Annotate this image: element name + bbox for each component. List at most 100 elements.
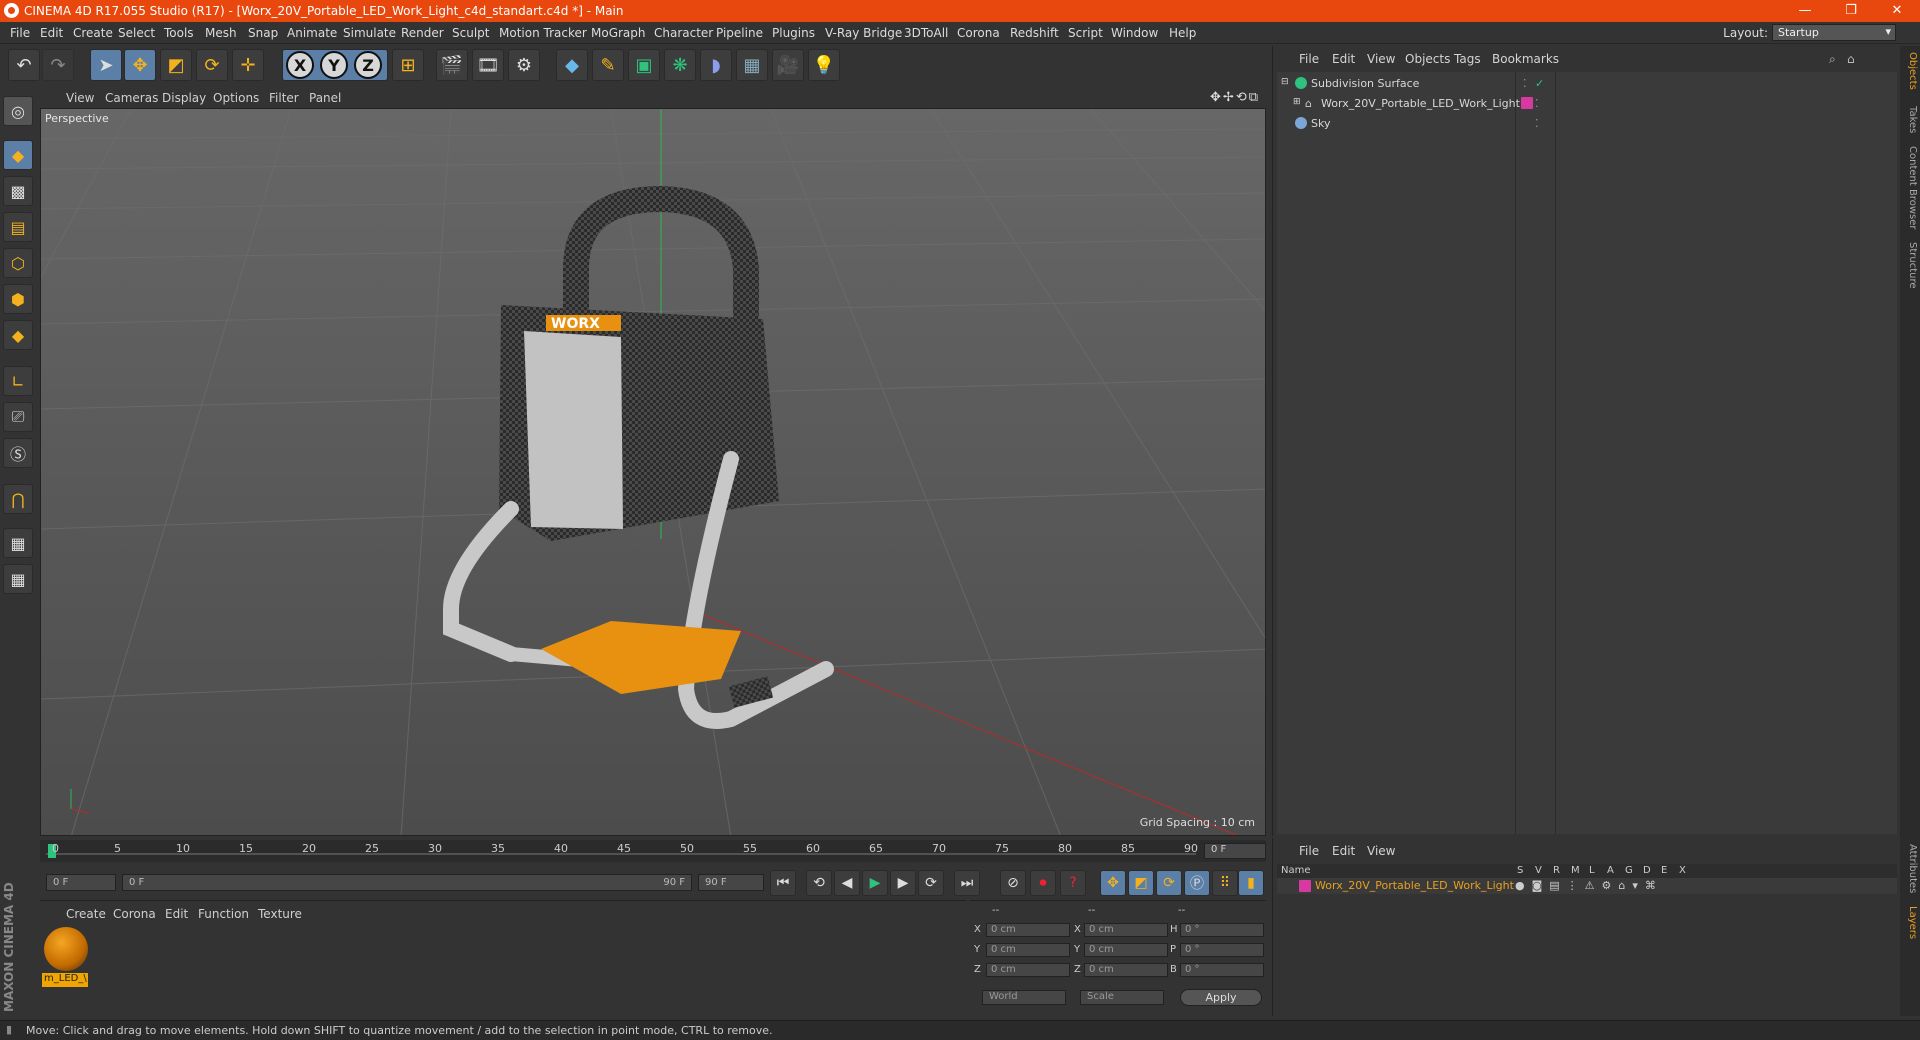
add-spline-button[interactable]: ✎: [592, 49, 624, 81]
tab-layers[interactable]: Layers: [1902, 906, 1918, 939]
menu-render[interactable]: Render: [401, 26, 444, 40]
enabled-check-icon[interactable]: ✓: [1535, 77, 1544, 90]
perspective-viewport[interactable]: WORX Perspective Grid Spacing : 10 cm: [40, 108, 1266, 836]
object-row-sky[interactable]: Sky ⁚: [1277, 114, 1897, 132]
tab-takes[interactable]: Takes: [1902, 106, 1918, 133]
menu-redshift[interactable]: Redshift: [1010, 26, 1059, 40]
coord-field[interactable]: 0 cm: [986, 923, 1070, 937]
model-mode-button[interactable]: ◆: [3, 140, 33, 170]
tab-content-browser[interactable]: Content Browser: [1902, 146, 1918, 229]
x-axis-button[interactable]: X: [286, 51, 314, 79]
motion-path-button[interactable]: ⊘: [1000, 870, 1026, 896]
axis-mode-button[interactable]: ∟: [3, 366, 33, 396]
material-name[interactable]: m_LED_\: [42, 973, 88, 987]
visibility-dots-icon[interactable]: ⁚: [1535, 97, 1539, 110]
prev-frame-button[interactable]: ◀: [834, 870, 860, 896]
live-selection-button[interactable]: ➤: [90, 49, 122, 81]
timeline-window-button[interactable]: ▮: [1238, 870, 1264, 896]
menu-mograph[interactable]: MoGraph: [591, 26, 646, 40]
menu-vray-bridge[interactable]: V-Ray Bridge: [825, 26, 902, 40]
add-floor-button[interactable]: ▦: [736, 49, 768, 81]
timeline-ruler[interactable]: 0 5 10 15 20 25 30 35 40 45 50 55 60 65 …: [40, 840, 1266, 862]
expand-icon[interactable]: ⊞: [1293, 97, 1301, 107]
coord-field[interactable]: 0 cm: [986, 943, 1070, 957]
material-menu-texture[interactable]: Texture: [258, 907, 302, 921]
coord-field[interactable]: 0 °: [1180, 963, 1264, 977]
menu-mesh[interactable]: Mesh: [205, 26, 237, 40]
close-button[interactable]: ✕: [1874, 0, 1920, 22]
menu-window[interactable]: Window: [1111, 26, 1158, 40]
menu-corona[interactable]: Corona: [957, 26, 1000, 40]
polygons-mode-button[interactable]: ◆: [3, 320, 33, 350]
snap-button[interactable]: Ⓢ: [3, 438, 33, 468]
material-menu-function[interactable]: Function: [198, 907, 249, 921]
material-menu-edit[interactable]: Edit: [165, 907, 188, 921]
menu-pipeline[interactable]: Pipeline: [716, 26, 763, 40]
coord-field[interactable]: 0 cm: [1084, 943, 1168, 957]
render-picture-viewer-button[interactable]: 🎞: [472, 49, 504, 81]
start-frame-field[interactable]: 0 F: [46, 874, 116, 891]
material-menu-create[interactable]: Create: [66, 907, 106, 921]
add-deformer-button[interactable]: ◗: [700, 49, 732, 81]
search-icon[interactable]: ⌕: [1829, 52, 1836, 67]
objects-menu-tags[interactable]: Tags: [1454, 52, 1481, 66]
layers-menu-edit[interactable]: Edit: [1332, 844, 1355, 858]
menu-help[interactable]: Help: [1169, 26, 1196, 40]
make-editable-button[interactable]: ◎: [3, 96, 33, 126]
objects-menu-bookmarks[interactable]: Bookmarks: [1492, 52, 1559, 66]
tab-objects[interactable]: Objects: [1902, 52, 1918, 90]
y-axis-button[interactable]: Y: [320, 51, 348, 79]
edges-mode-button[interactable]: ⬢: [3, 284, 33, 314]
coord-field[interactable]: 0 cm: [986, 963, 1070, 977]
z-axis-button[interactable]: Z: [354, 51, 382, 79]
layer-row[interactable]: Worx_20V_Portable_LED_Work_Light ●◙▤⋮⚠⚙⌂…: [1277, 878, 1897, 894]
render-settings-button[interactable]: ⚙: [508, 49, 540, 81]
maximize-button[interactable]: ❐: [1828, 0, 1874, 22]
menu-plugins[interactable]: Plugins: [772, 26, 815, 40]
menu-tools[interactable]: Tools: [164, 26, 194, 40]
recent-tool-button[interactable]: ✛: [232, 49, 264, 81]
workplane-lock-button[interactable]: ▦: [3, 528, 33, 558]
object-row-subdivision[interactable]: ⊟ Subdivision Surface ⁚ ✓: [1277, 74, 1897, 92]
key-pla-button[interactable]: ⠿: [1212, 870, 1238, 896]
scale-tool-button[interactable]: ◩: [160, 49, 192, 81]
viewport-menu-panel[interactable]: Panel: [309, 91, 341, 105]
current-frame-field[interactable]: 0 F: [1204, 843, 1266, 859]
material-swatch[interactable]: [44, 927, 88, 971]
key-rotation-button[interactable]: ⟳: [1156, 870, 1182, 896]
tab-attributes[interactable]: Attributes: [1902, 844, 1918, 893]
move-tool-button[interactable]: ✥: [124, 49, 156, 81]
key-parameter-button[interactable]: Ⓟ: [1184, 870, 1210, 896]
render-view-button[interactable]: 🎬: [436, 49, 468, 81]
objects-menu-file[interactable]: File: [1299, 52, 1319, 66]
undo-button[interactable]: ↶: [8, 49, 40, 81]
rotate-tool-button[interactable]: ⟳: [196, 49, 228, 81]
prev-key-button[interactable]: ⟲: [806, 870, 832, 896]
layers-menu-view[interactable]: View: [1367, 844, 1395, 858]
next-frame-button[interactable]: ▶: [890, 870, 916, 896]
tab-structure[interactable]: Structure: [1902, 242, 1918, 289]
play-button[interactable]: ▶: [862, 870, 888, 896]
record-keys-button[interactable]: ⏺: [1030, 870, 1056, 896]
viewport-menu-view[interactable]: View: [66, 91, 94, 105]
layout-select[interactable]: Startup: [1772, 24, 1896, 41]
menu-3dtoall[interactable]: 3DToAll: [904, 26, 948, 40]
menu-edit[interactable]: Edit: [40, 26, 63, 40]
minimize-button[interactable]: —: [1782, 0, 1828, 22]
home-icon[interactable]: ⌂: [1847, 52, 1855, 66]
add-subdivision-button[interactable]: ▣: [628, 49, 660, 81]
magnet-button[interactable]: ⋂: [3, 484, 33, 514]
menu-simulate[interactable]: Simulate: [343, 26, 396, 40]
redo-button[interactable]: ↷: [42, 49, 74, 81]
menu-sculpt[interactable]: Sculpt: [452, 26, 489, 40]
texture-mode-button[interactable]: ▩: [3, 176, 33, 206]
objects-menu-edit[interactable]: Edit: [1332, 52, 1355, 66]
viewport-menu-options[interactable]: Options: [213, 91, 259, 105]
coord-mode-select[interactable]: Scale: [1080, 990, 1164, 1005]
workplane-mode-button[interactable]: ▤: [3, 212, 33, 242]
preview-range-slider[interactable]: 0 F 90 F: [122, 874, 692, 891]
menu-motion-tracker[interactable]: Motion Tracker: [499, 26, 587, 40]
menu-create[interactable]: Create: [73, 26, 113, 40]
visibility-dots-icon[interactable]: ⁚: [1535, 117, 1539, 130]
end-frame-field[interactable]: 90 F: [698, 874, 764, 891]
